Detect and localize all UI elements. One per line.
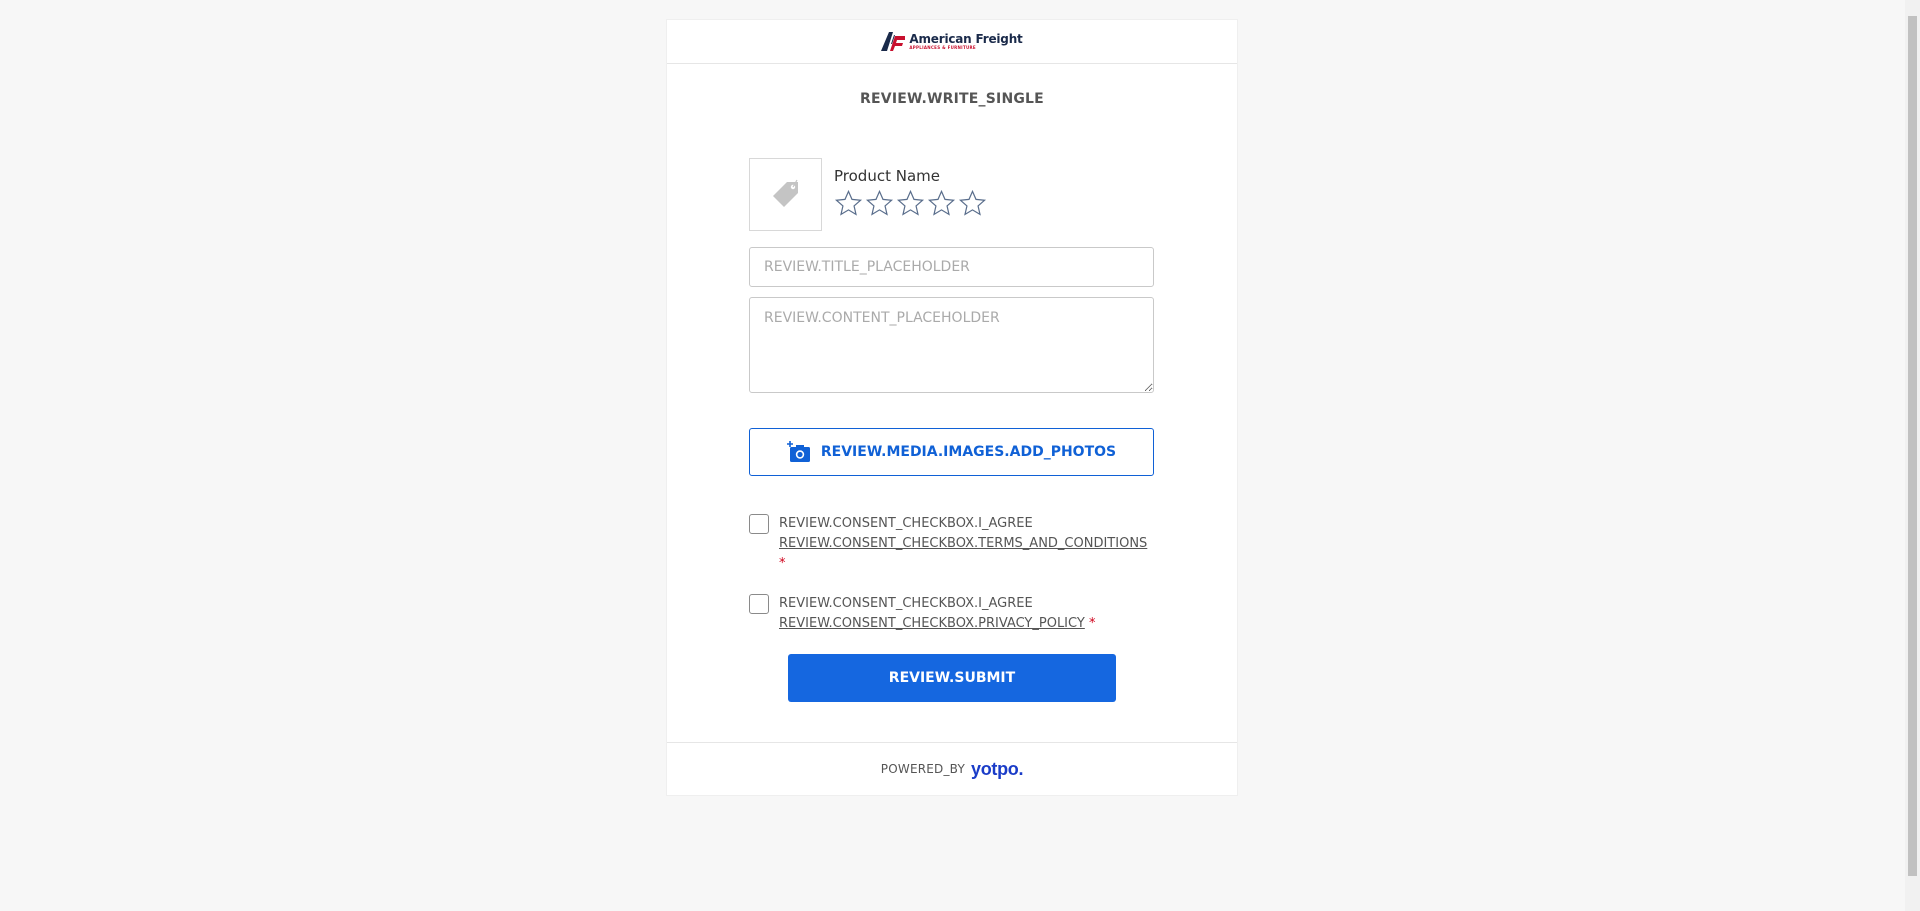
star-icon-3[interactable] [896,189,925,218]
brand-logo: American Freight APPLIANCES & FURNITURE [881,32,1023,51]
privacy-policy-link[interactable]: REVIEW.CONSENT_CHECKBOX.PRIVACY_POLICY [779,616,1085,631]
submit-review-button[interactable]: REVIEW.SUBMIT [788,654,1116,702]
consent-terms-text: REVIEW.CONSENT_CHECKBOX.I_AGREE REVIEW.C… [779,514,1147,574]
yotpo-logo[interactable]: yotpo. [971,759,1024,780]
consent-privacy-checkbox[interactable] [749,594,769,614]
star-icon-2[interactable] [865,189,894,218]
review-title-input[interactable] [749,247,1154,287]
review-content-textarea[interactable] [749,297,1154,393]
star-icon-5[interactable] [958,189,987,218]
consent-terms-prefix: REVIEW.CONSENT_CHECKBOX.I_AGREE [779,516,1033,531]
add-camera-icon [786,441,810,462]
consent-privacy-prefix: REVIEW.CONSENT_CHECKBOX.I_AGREE [779,596,1033,611]
scrollbar-thumb[interactable] [1908,16,1917,876]
consent-terms: REVIEW.CONSENT_CHECKBOX.I_AGREE REVIEW.C… [749,514,1154,574]
product-info: Product Name [834,158,987,231]
form-title: REVIEW.WRITE_SINGLE [860,91,1044,107]
required-mark: * [1088,616,1096,631]
brand-logo-mark-icon [881,32,906,51]
card-header: American Freight APPLIANCES & FURNITURE [667,20,1237,64]
terms-and-conditions-link[interactable]: REVIEW.CONSENT_CHECKBOX.TERMS_AND_CONDIT… [779,536,1147,551]
product-name: Product Name [834,167,940,185]
star-icon-4[interactable] [927,189,956,218]
add-photos-button[interactable]: REVIEW.MEDIA.IMAGES.ADD_PHOTOS [749,428,1154,476]
product-summary: Product Name [749,158,987,231]
page-scrollbar[interactable] [1905,0,1920,911]
consent-privacy: REVIEW.CONSENT_CHECKBOX.I_AGREE REVIEW.C… [749,594,1154,634]
review-form-card: American Freight APPLIANCES & FURNITURE … [667,20,1237,795]
price-tag-icon [772,179,798,207]
star-rating[interactable] [834,189,987,218]
brand-name: American Freight [909,32,1023,46]
consent-privacy-text: REVIEW.CONSENT_CHECKBOX.I_AGREE REVIEW.C… [779,594,1095,634]
consent-terms-checkbox[interactable] [749,514,769,534]
add-photos-label: REVIEW.MEDIA.IMAGES.ADD_PHOTOS [820,444,1117,460]
brand-tagline: APPLIANCES & FURNITURE [909,45,976,50]
card-footer: POWERED_BY yotpo. [667,742,1237,795]
brand-logo-text: American Freight APPLIANCES & FURNITURE [909,33,1022,50]
star-icon-1[interactable] [834,189,863,218]
required-mark: * [779,556,786,571]
product-thumbnail [749,158,822,231]
powered-by-label: POWERED_BY [880,762,965,776]
